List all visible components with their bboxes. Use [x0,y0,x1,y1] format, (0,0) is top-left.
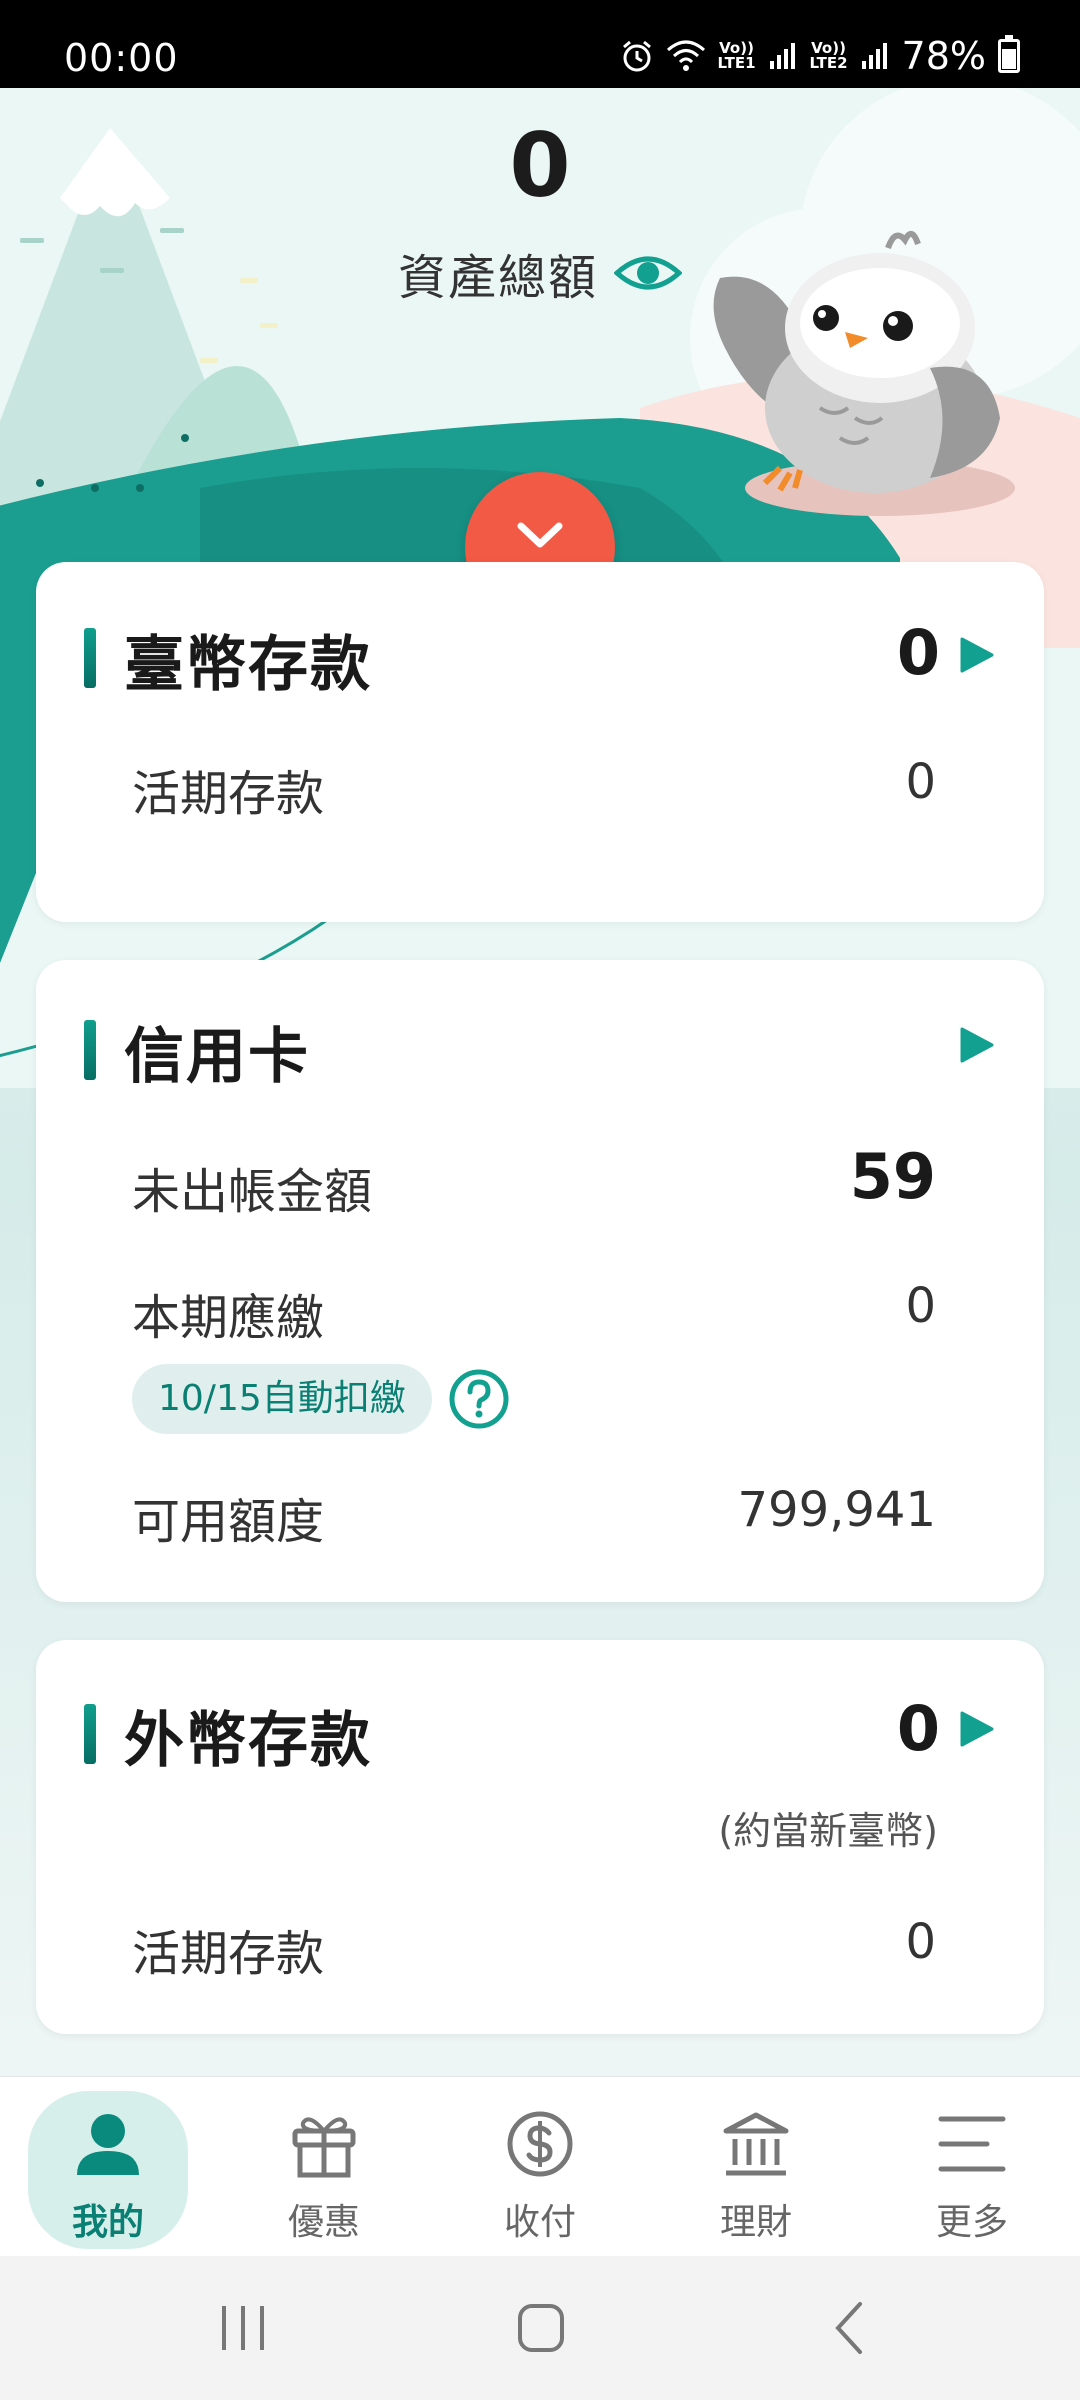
demand-deposit-label: 活期存款 [132,766,325,822]
person-icon [77,2114,139,2175]
card-accent-bar [84,628,96,688]
back-icon[interactable] [826,2300,876,2356]
nav-item-wealth[interactable]: 理財 [676,2091,836,2249]
fx-deposit-card[interactable]: 外幣存款 0 (約當新臺幣) 活期存款 0 [36,1640,1044,2034]
total-assets-amount: 0 [509,114,571,217]
alarm-icon [622,40,651,72]
battery-percent: 78% [901,34,986,78]
nav-item-mine[interactable]: 我的 [28,2091,188,2249]
total-assets-label: 資產總額 [397,250,598,306]
card-accent-bar [84,1020,96,1080]
bottom-nav: 我的 優惠 收付 理財 更多 [0,2076,1080,2256]
play-arrow-icon[interactable] [960,1026,994,1064]
menu-icon [938,2116,1006,2172]
battery-icon [998,35,1020,73]
system-nav-bar [0,2256,1080,2400]
gift-icon [292,2117,356,2178]
nav-label: 收付 [503,2202,576,2243]
play-arrow-icon[interactable] [960,1710,994,1748]
nav-label: 理財 [719,2202,792,2243]
home-icon[interactable] [516,2300,566,2356]
eye-icon[interactable] [614,251,682,295]
card-accent-bar [84,1704,96,1764]
network1-label: Vo)) LTE1 [717,39,756,72]
available-credit-value: 799,941 [737,1482,937,1538]
card-total: 0 [896,1692,940,1765]
twd-equivalent-note: (約當新臺幣) [718,1809,938,1853]
demand-deposit-value: 0 [905,754,936,810]
help-icon[interactable] [448,1368,510,1430]
autopay-badge: 10/15自動扣繳 [132,1364,432,1434]
play-arrow-icon[interactable] [960,636,994,674]
app-content: 0 資產總額 臺幣存款 0 活期存款 0 信用卡 未出帳金額 59 本期應繳 0 [0,88,1080,2078]
network2-label: Vo)) LTE2 [809,39,848,72]
total-assets-label-row: 資產總額 [0,238,1080,308]
recent-apps-icon[interactable] [218,2300,268,2356]
nav-item-offers[interactable]: 優惠 [244,2091,404,2249]
demand-deposit-label: 活期存款 [132,1926,325,1982]
status-bar: 00:00 Vo)) LTE1 Vo)) LTE2 78% [0,0,1080,88]
nav-label: 優惠 [287,2202,360,2243]
bank-icon [723,2112,789,2176]
signal-icon [861,43,887,69]
credit-card-card[interactable]: 信用卡 未出帳金額 59 本期應繳 0 10/15自動扣繳 可用額度 799,9… [36,960,1044,1602]
nav-label: 更多 [935,2202,1008,2243]
current-due-value: 0 [905,1278,936,1334]
card-title: 信用卡 [124,1022,310,1092]
signal-icon [769,43,795,69]
demand-deposit-value: 0 [905,1914,936,1970]
card-total: 0 [896,616,940,689]
available-credit-label: 可用額度 [132,1494,325,1550]
twd-deposit-card[interactable]: 臺幣存款 0 活期存款 0 [36,562,1044,922]
nav-item-more[interactable]: 更多 [892,2091,1052,2249]
wifi-icon [666,40,705,71]
status-icons: Vo)) LTE1 Vo)) LTE2 78% [620,34,1020,78]
status-time: 00:00 [64,36,179,80]
card-title: 臺幣存款 [124,630,372,700]
unbilled-amount-value: 59 [849,1140,936,1213]
card-title: 外幣存款 [124,1706,372,1776]
nav-item-payments[interactable]: 收付 [460,2091,620,2249]
chevron-down-icon [517,522,563,548]
unbilled-amount-label: 未出帳金額 [132,1164,373,1220]
dollar-circle-icon [507,2111,573,2177]
nav-label: 我的 [71,2202,144,2243]
current-due-label: 本期應繳 [132,1290,325,1346]
